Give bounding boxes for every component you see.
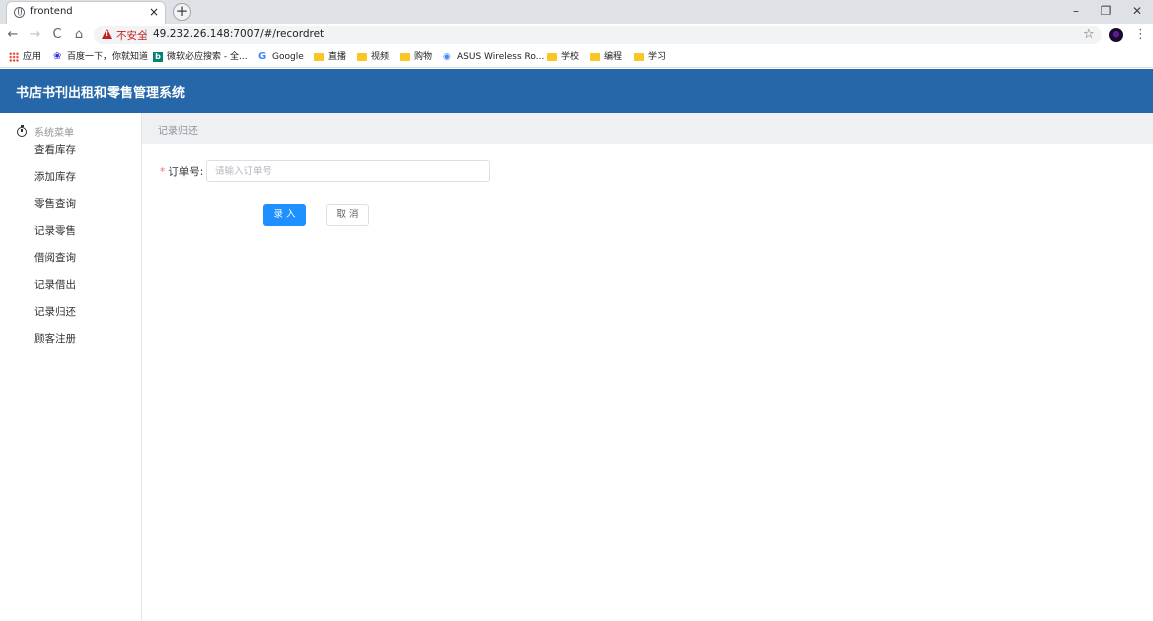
bookmark-apps[interactable]: 应用 xyxy=(9,50,41,64)
sidebar-item-borrow-query[interactable]: 借阅查询 xyxy=(34,249,76,267)
address-bar[interactable]: 不安全 | 49.232.26.148:7007/#/recordret xyxy=(94,26,1102,44)
reload-icon[interactable]: C xyxy=(49,26,65,44)
globe-icon xyxy=(14,7,25,18)
google-icon: G xyxy=(258,50,267,62)
tab-close-icon[interactable]: × xyxy=(149,4,159,20)
order-number-input[interactable] xyxy=(206,160,490,182)
apps-icon xyxy=(9,51,19,62)
submit-button[interactable]: 录 入 xyxy=(263,204,306,226)
wifi-icon: ◉ xyxy=(443,51,451,62)
order-label-text: 订单号: xyxy=(168,166,204,178)
sidebar-item-retail-query[interactable]: 零售查询 xyxy=(34,195,76,213)
browser-toolbar: ← → C ⌂ 不安全 | 49.232.26.148:7007/#/recor… xyxy=(0,24,1153,46)
bookmark-label: 学习 xyxy=(648,52,667,62)
bookmark-baidu[interactable]: ❀ 百度一下，你就知道 xyxy=(53,50,148,64)
sidebar-item-record-retail[interactable]: 记录零售 xyxy=(34,222,76,240)
bookmarks-bar: 应用 ❀ 百度一下，你就知道 b 微软必应搜索 - 全... G Google 直播 … xyxy=(0,46,1153,68)
bookmark-asus[interactable]: ◉ ASUS Wireless Ro... xyxy=(443,50,544,64)
bookmark-google[interactable]: G Google xyxy=(258,50,304,64)
bookmark-folder-video[interactable]: 视频 xyxy=(357,50,389,64)
home-icon[interactable]: ⌂ xyxy=(71,26,87,44)
cancel-button[interactable]: 取 消 xyxy=(326,204,369,226)
bookmark-label: 视频 xyxy=(371,52,390,62)
forward-icon[interactable]: → xyxy=(27,26,43,44)
url-text[interactable]: 49.232.26.148:7007/#/recordret xyxy=(153,28,324,40)
bookmark-label: 应用 xyxy=(23,52,42,62)
sidebar-item-record-borrow[interactable]: 记录借出 xyxy=(34,276,76,294)
bookmark-folder-shopping[interactable]: 购物 xyxy=(400,50,432,64)
order-number-label: * 订单号: xyxy=(160,164,203,179)
bookmark-label: Google xyxy=(272,52,304,62)
sidebar-item-add-stock[interactable]: 添加库存 xyxy=(34,168,76,186)
bookmark-label: 微软必应搜索 - 全... xyxy=(167,52,248,62)
bookmark-label: ASUS Wireless Ro... xyxy=(457,52,545,62)
bookmark-folder-school[interactable]: 学校 xyxy=(547,50,579,64)
security-label[interactable]: 不安全 xyxy=(116,28,148,43)
new-tab-button[interactable]: + xyxy=(173,3,191,21)
sidebar-heading-label: 系统菜单 xyxy=(34,128,74,139)
bing-icon: b xyxy=(153,51,163,62)
folder-icon xyxy=(400,52,410,61)
sidebar-item-customer-register[interactable]: 顾客注册 xyxy=(34,330,76,348)
app-title: 书店书刊出租和零售管理系统 xyxy=(16,86,186,101)
folder-icon xyxy=(634,52,644,61)
sidebar-item-record-return[interactable]: 记录归还 xyxy=(34,303,76,321)
minimize-button[interactable]: – xyxy=(1064,2,1088,20)
bookmark-star-icon[interactable]: ☆ xyxy=(1083,26,1095,44)
bookmark-label: 直播 xyxy=(328,52,347,62)
folder-icon xyxy=(314,52,324,61)
folder-icon xyxy=(547,52,557,61)
app-header: 书店书刊出租和零售管理系统 xyxy=(0,69,1153,113)
back-icon[interactable]: ← xyxy=(5,26,21,44)
breadcrumb-current: 记录归还 xyxy=(158,126,198,137)
folder-icon xyxy=(590,52,600,61)
breadcrumb: 记录归还 xyxy=(142,113,1153,144)
required-mark: * xyxy=(160,166,166,178)
browser-tab[interactable]: frontend × xyxy=(6,1,166,24)
bookmark-label: 百度一下，你就知道 xyxy=(67,52,149,62)
restore-button[interactable]: ❐ xyxy=(1094,2,1118,20)
bookmark-folder-study[interactable]: 学习 xyxy=(634,50,666,64)
browser-tabstrip: frontend × + – ❐ ✕ xyxy=(0,0,1153,24)
bookmark-folder-programming[interactable]: 编程 xyxy=(590,50,622,64)
profile-avatar-icon[interactable] xyxy=(1109,28,1123,42)
timer-icon xyxy=(17,125,27,137)
sidebar: 系统菜单 查看库存 添加库存 零售查询 记录零售 借阅查询 记录借出 记录归还 … xyxy=(0,113,142,621)
browser-menu-icon[interactable]: ⋮ xyxy=(1134,26,1147,44)
bookmark-label: 购物 xyxy=(414,52,433,62)
close-window-button[interactable]: ✕ xyxy=(1125,2,1149,20)
warning-icon xyxy=(102,29,112,39)
bookmark-label: 编程 xyxy=(604,52,623,62)
bookmark-bing[interactable]: b 微软必应搜索 - 全... xyxy=(153,50,248,64)
tab-title: frontend xyxy=(30,6,73,17)
sidebar-item-view-stock[interactable]: 查看库存 xyxy=(34,141,76,159)
url-separator: | xyxy=(144,27,148,40)
folder-icon xyxy=(357,52,367,61)
bookmark-folder-live[interactable]: 直播 xyxy=(314,50,346,64)
sidebar-menu-heading[interactable]: 系统菜单 xyxy=(17,124,74,139)
baidu-icon: ❀ xyxy=(53,50,62,62)
bookmark-label: 学校 xyxy=(561,52,580,62)
